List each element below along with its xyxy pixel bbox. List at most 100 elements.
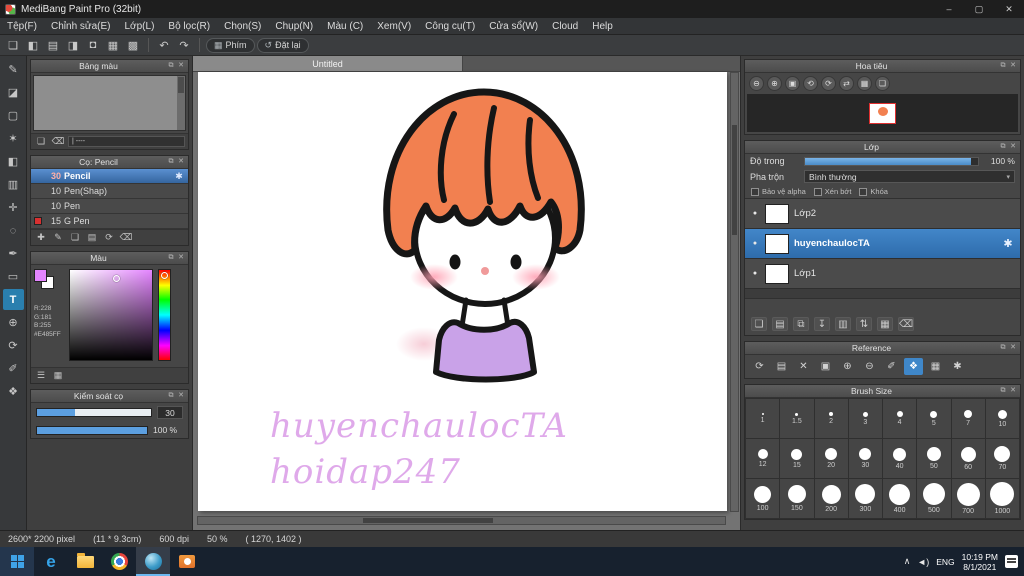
add-brush-icon[interactable]: ✚ <box>34 232 48 244</box>
text-tool-icon[interactable]: T <box>2 289 24 310</box>
select-tool-icon[interactable]: ▢ <box>3 105 24 126</box>
bucket-tool-icon[interactable]: ◧ <box>3 151 24 172</box>
brush-folder-icon[interactable]: ▤ <box>85 232 99 244</box>
vertical-scrollbar-thumb[interactable] <box>732 125 737 235</box>
move-tool-icon[interactable]: ✛ <box>3 197 24 218</box>
menu-item[interactable]: Bộ lọc(R) <box>161 18 217 34</box>
shape-tool-icon[interactable]: ▭ <box>3 266 24 287</box>
nav-fit-view-icon[interactable]: ▣ <box>785 76 800 91</box>
brush-size-cell[interactable]: 15 <box>780 439 814 478</box>
palette-swatches-area[interactable] <box>33 75 186 131</box>
layer-visibility-icon[interactable]: ● <box>750 240 760 247</box>
zoom-tool-icon[interactable]: ⊕ <box>3 312 24 333</box>
layer-visibility-icon[interactable]: ● <box>750 210 760 217</box>
ref-open-icon[interactable]: ▤ <box>772 358 791 375</box>
menu-item[interactable]: Xem(V) <box>370 18 418 34</box>
sv-marker[interactable] <box>112 274 120 282</box>
menu-item[interactable]: Công cụ(T) <box>418 18 482 34</box>
hue-marker[interactable] <box>161 271 168 279</box>
ref-zoom-in-icon[interactable]: ⊕ <box>838 358 857 375</box>
ref-fit-icon[interactable]: ▣ <box>816 358 835 375</box>
menu-item[interactable]: Chọn(S) <box>217 18 268 34</box>
material-icon[interactable]: ▩ <box>124 37 142 54</box>
layer-settings-icon[interactable]: ✱ <box>1001 237 1015 250</box>
ref-zoom-out-icon[interactable]: ⊖ <box>860 358 879 375</box>
delete-layer-icon[interactable]: ⌫ <box>898 317 914 331</box>
brush-size-cell[interactable]: 300 <box>848 479 882 518</box>
ref-settings-icon[interactable]: ✱ <box>948 358 967 375</box>
brush-size-slider[interactable] <box>36 408 152 417</box>
nav-zoom-out-icon[interactable]: ⊖ <box>749 76 764 91</box>
brush-size-cell[interactable]: 10 <box>985 399 1019 438</box>
brush-settings-icon[interactable]: ✱ <box>173 171 185 182</box>
close-panel-icon[interactable]: ✕ <box>176 60 186 72</box>
redo-icon[interactable]: ↷ <box>175 37 193 54</box>
brush-size-cell[interactable]: 3 <box>848 399 882 438</box>
camera-taskbar-icon[interactable] <box>170 547 204 576</box>
brush-list-item[interactable]: 30 Pencil ✱ <box>31 169 188 184</box>
vertical-scrollbar[interactable] <box>730 72 739 512</box>
layer-opacity-slider[interactable] <box>804 156 979 166</box>
nav-rotate-right-icon[interactable]: ⟳ <box>821 76 836 91</box>
ref-eyedropper-icon[interactable]: ✐ <box>882 358 901 375</box>
add-color-icon[interactable]: ❏ <box>34 136 48 148</box>
gradient-tool-icon[interactable]: ▥ <box>3 174 24 195</box>
brush-size-cell[interactable]: 4 <box>883 399 917 438</box>
duplicate-layer-icon[interactable]: ⧉ <box>793 317 809 331</box>
chrome-taskbar-icon[interactable] <box>102 547 136 576</box>
hand-tool-icon[interactable]: ❖ <box>3 381 24 402</box>
save-icon[interactable]: ◧ <box>24 37 42 54</box>
menu-item[interactable]: Cloud <box>545 18 585 34</box>
close-panel-icon[interactable]: ✕ <box>1008 60 1018 72</box>
saturation-value-picker[interactable] <box>69 269 153 361</box>
brush-size-cell[interactable]: 1000 <box>985 479 1019 518</box>
delete-brush-icon[interactable]: ⌫ <box>119 232 133 244</box>
brush-size-cell[interactable]: 400 <box>883 479 917 518</box>
undock-icon[interactable]: ⧉ <box>998 385 1008 397</box>
shortcut-keys-button[interactable]: ▦ Phím <box>206 37 255 53</box>
brush-size-cell[interactable]: 70 <box>985 439 1019 478</box>
add-layer-icon[interactable]: ❏ <box>751 317 767 331</box>
nav-rotate-left-icon[interactable]: ⟲ <box>803 76 818 91</box>
brush-size-cell[interactable]: 1 <box>746 399 780 438</box>
drawing-canvas[interactable]: huyenchaulocTA hoidap247 <box>198 72 727 511</box>
menu-item[interactable]: Chụp(N) <box>268 18 320 34</box>
menu-item[interactable]: Tệp(F) <box>0 18 44 34</box>
blend-mode-dropdown[interactable]: Bình thường ▾ <box>804 170 1015 183</box>
menu-item[interactable]: Màu (C) <box>320 18 370 34</box>
undock-icon[interactable]: ⧉ <box>166 60 176 72</box>
close-panel-icon[interactable]: ✕ <box>176 156 186 168</box>
close-panel-icon[interactable]: ✕ <box>1008 342 1018 354</box>
undock-icon[interactable]: ⧉ <box>998 342 1008 354</box>
layer-row[interactable]: ● Lớp2 ✱ <box>745 199 1020 229</box>
sync-brush-icon[interactable]: ⟳ <box>102 232 116 244</box>
menu-item[interactable]: Lớp(L) <box>118 18 162 34</box>
close-panel-icon[interactable]: ✕ <box>176 390 186 402</box>
duplicate-brush-icon[interactable]: ❏ <box>68 232 82 244</box>
nav-zoom-in-icon[interactable]: ⊕ <box>767 76 782 91</box>
eraser-tool-icon[interactable]: ◪ <box>3 82 24 103</box>
brush-size-cell[interactable]: 12 <box>746 439 780 478</box>
undock-icon[interactable]: ⧉ <box>166 156 176 168</box>
layer-option-checkbox[interactable]: Khóa <box>859 187 888 196</box>
brush-size-cell[interactable]: 60 <box>951 439 985 478</box>
close-panel-icon[interactable]: ✕ <box>176 252 186 264</box>
brush-size-cell[interactable]: 100 <box>746 479 780 518</box>
tray-chevron-icon[interactable]: ∧ <box>904 556 911 567</box>
brush-size-cell[interactable]: 7 <box>951 399 985 438</box>
navigator-thumbnail[interactable] <box>869 102 896 124</box>
ref-hand-icon[interactable]: ❖ <box>904 358 923 375</box>
hue-slider[interactable] <box>158 269 171 361</box>
open-icon[interactable]: ▤ <box>44 37 62 54</box>
undock-icon[interactable]: ⧉ <box>998 60 1008 72</box>
menu-item[interactable]: Help <box>585 18 620 34</box>
brush-size-cell[interactable]: 500 <box>917 479 951 518</box>
language-indicator[interactable]: ENG <box>936 557 954 567</box>
brush-size-cell[interactable]: 1.5 <box>780 399 814 438</box>
taskbar-clock[interactable]: 10:19 PM 8/1/2021 <box>962 552 998 572</box>
close-button[interactable]: ✕ <box>994 0 1024 18</box>
nav-snapshot-icon[interactable]: ❏ <box>875 76 890 91</box>
nav-flip-icon[interactable]: ⇄ <box>839 76 854 91</box>
wand-tool-icon[interactable]: ✶ <box>3 128 24 149</box>
edge-taskbar-icon[interactable]: e <box>34 547 68 576</box>
